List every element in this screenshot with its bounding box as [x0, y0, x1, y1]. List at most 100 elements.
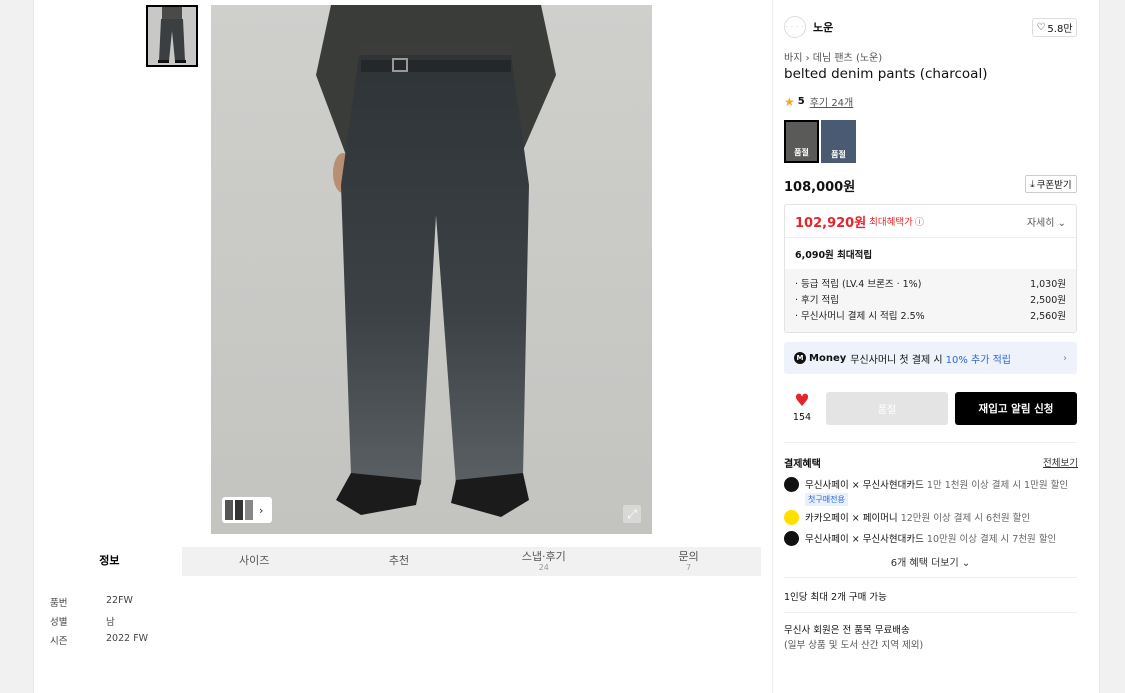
tab-label: 정보: [99, 554, 120, 568]
swatch-label: 품절: [794, 148, 809, 157]
divider: [784, 612, 1077, 613]
payment-benefit-item: 무신사페이 × 무신사현대카드 10만원 이상 결제 시 7천원 할인: [784, 531, 1056, 546]
like-button[interactable]: ♥ 154: [792, 391, 812, 424]
more-benefits-button[interactable]: 6개 혜택 더보기 ⌄: [784, 554, 1077, 569]
money-highlight: 10% 추가 적립: [945, 354, 1011, 366]
brand-logo: · · · ·: [784, 16, 806, 38]
info-row: 성별 남: [50, 614, 148, 633]
info-icon[interactable]: ⓘ: [915, 215, 924, 228]
detail-label: 자세히: [1026, 217, 1055, 229]
info-value: 2022 FW: [106, 633, 149, 644]
info-value: 남: [106, 617, 115, 628]
strip-thumb: [225, 500, 233, 520]
points-label: · 후기 적립: [795, 295, 840, 306]
payment-hint: 10만원 이상 결제 시 7천원 할인: [926, 534, 1057, 545]
kakaopay-icon: [784, 510, 799, 525]
breadcrumb-item[interactable]: 바지: [784, 53, 802, 64]
points-breakdown: · 등급 적립 (LV.4 브론즈 · 1%) 1,030원 · 후기 적립 2,5…: [785, 269, 1076, 332]
first-purchase-tag: 첫구매전용: [805, 493, 848, 506]
swatch-label: 품절: [831, 150, 846, 159]
restock-notify-button[interactable]: 재입고 알림 신청: [955, 392, 1077, 425]
tab-label: 추천: [388, 554, 410, 568]
product-info-table: 품번 22FW 성별 남 시즌 2022 FW: [50, 595, 148, 652]
shipping-info: 무신사 회원은 전 품목 무료배송: [784, 625, 910, 636]
purchase-limit: 1인당 최대 2개 구매 가능: [784, 592, 887, 603]
tab-label: 사이즈: [239, 554, 270, 568]
points-value: 2,500원: [1030, 295, 1066, 306]
chevron-down-icon: ⌄: [1057, 217, 1066, 229]
shipping-note: (일부 상품 및 도서 산간 지역 제외): [784, 640, 924, 651]
image-strip-nav[interactable]: ›: [222, 497, 272, 523]
musinsa-pay-icon: [784, 531, 799, 546]
benefit-box: 102,920원 최대혜택가 ⓘ 자세히 ⌄ 6,090원 최대적립 · 등급 …: [784, 204, 1077, 333]
benefit-header: 102,920원 최대혜택가 ⓘ 자세히 ⌄: [785, 205, 1076, 238]
rating: ★ 5 후기 24개: [784, 94, 854, 110]
rating-score: 5: [797, 96, 805, 107]
price: 108,000원: [784, 180, 856, 195]
tab-label: 스냅·후기: [521, 549, 566, 563]
musinsa-money-icon: M: [794, 352, 806, 364]
chevron-right-icon: ›: [805, 53, 813, 64]
payment-name: 무신사페이 × 무신사현대카드: [805, 480, 924, 491]
money-brand: Money: [809, 352, 847, 364]
strip-thumb: [235, 500, 243, 520]
info-row: 품번 22FW: [50, 595, 148, 614]
reviews-link[interactable]: 후기 24개: [810, 94, 854, 109]
info-value: 22FW: [106, 595, 133, 606]
tab-label: 문의: [678, 549, 699, 563]
coupon-label: 쿠폰받기: [1036, 180, 1072, 191]
money-banner[interactable]: M Money 무신사머니 첫 결제 시 10% 추가 적립 ›: [784, 342, 1077, 374]
tab-snap-review[interactable]: 스냅·후기 24: [471, 547, 616, 576]
brand-link[interactable]: · · · · 노운: [784, 16, 833, 38]
product-title: belted denim pants (charcoal): [784, 66, 988, 82]
product-thumbnail[interactable]: [146, 5, 198, 67]
swatch-charcoal[interactable]: 품절: [784, 120, 819, 163]
chevron-right-icon: ›: [259, 503, 264, 517]
tab-info[interactable]: 정보: [37, 547, 182, 576]
payment-benefit-item: 무신사페이 × 무신사현대카드 1만 1천원 이상 결제 시 1만원 할인 첫구…: [784, 477, 1068, 506]
info-row: 시즌 2022 FW: [50, 633, 148, 652]
strip-thumb: [245, 500, 253, 520]
chevron-right-icon: ›: [1063, 352, 1067, 364]
musinsa-pay-icon: [784, 477, 799, 492]
detail-tabs: 정보 사이즈 추천 스냅·후기 24 문의 7: [37, 547, 761, 576]
download-icon: ⤓: [1030, 178, 1035, 190]
tab-recommend[interactable]: 추천: [327, 547, 472, 576]
payment-benefit-item: 카카오페이 × 페이머니 12만원 이상 결제 시 6천원 할인: [784, 510, 1030, 525]
chevron-down-icon: ⌄: [961, 558, 971, 569]
heart-icon: ♥: [794, 391, 810, 411]
tab-size[interactable]: 사이즈: [182, 547, 327, 576]
brand-like-button[interactable]: ♡ 5.8만: [1032, 18, 1077, 37]
see-all-link[interactable]: 전체보기: [1043, 455, 1078, 469]
points-label: · 등급 적립 (LV.4 브론즈 · 1%): [795, 279, 922, 290]
soldout-button: 품절: [826, 392, 948, 425]
tab-count: 7: [686, 562, 692, 572]
info-key: 성별: [50, 617, 68, 628]
payment-hint: 12만원 이상 결제 시 6천원 할인: [900, 513, 1031, 524]
payment-hint: 1만 1천원 이상 결제 시 1만원 할인: [926, 480, 1069, 491]
payment-name: 카카오페이 × 페이머니: [805, 513, 898, 524]
points-label: · 무신사머니 결제 시 적립 2.5%: [795, 311, 925, 322]
product-main-image[interactable]: [211, 5, 652, 534]
points-total: 6,090원 최대적립: [795, 249, 873, 261]
coupon-button[interactable]: ⤓ 쿠폰받기: [1025, 175, 1077, 193]
expand-icon[interactable]: ⤢: [623, 505, 641, 523]
tab-inquiry[interactable]: 문의 7: [616, 547, 761, 576]
money-text: 무신사머니 첫 결제 시: [850, 354, 943, 366]
brand-name: 노운: [813, 21, 834, 34]
color-swatches: 품절 품절: [784, 120, 856, 163]
brand-like-count: 5.8만: [1047, 24, 1073, 35]
breadcrumb-item[interactable]: 데님 팬츠 (노운): [813, 53, 882, 64]
divider: [784, 577, 1077, 578]
points-row: · 무신사머니 결제 시 적립 2.5% 2,560원: [795, 308, 1066, 324]
points-value: 1,030원: [1030, 279, 1066, 290]
max-benefit-price: 102,920원: [795, 215, 867, 231]
tab-count: 24: [538, 562, 549, 572]
max-benefit-label: 최대혜택가: [869, 217, 913, 228]
payment-benefits-heading: 결제혜택: [784, 459, 821, 470]
benefit-detail-toggle[interactable]: 자세히 ⌄: [1027, 214, 1066, 229]
swatch-blue[interactable]: 품절: [821, 120, 856, 163]
breadcrumb: 바지 › 데님 팬츠 (노운): [784, 49, 882, 64]
divider: [784, 442, 1077, 443]
heart-outline-icon: ♡: [1036, 22, 1046, 33]
